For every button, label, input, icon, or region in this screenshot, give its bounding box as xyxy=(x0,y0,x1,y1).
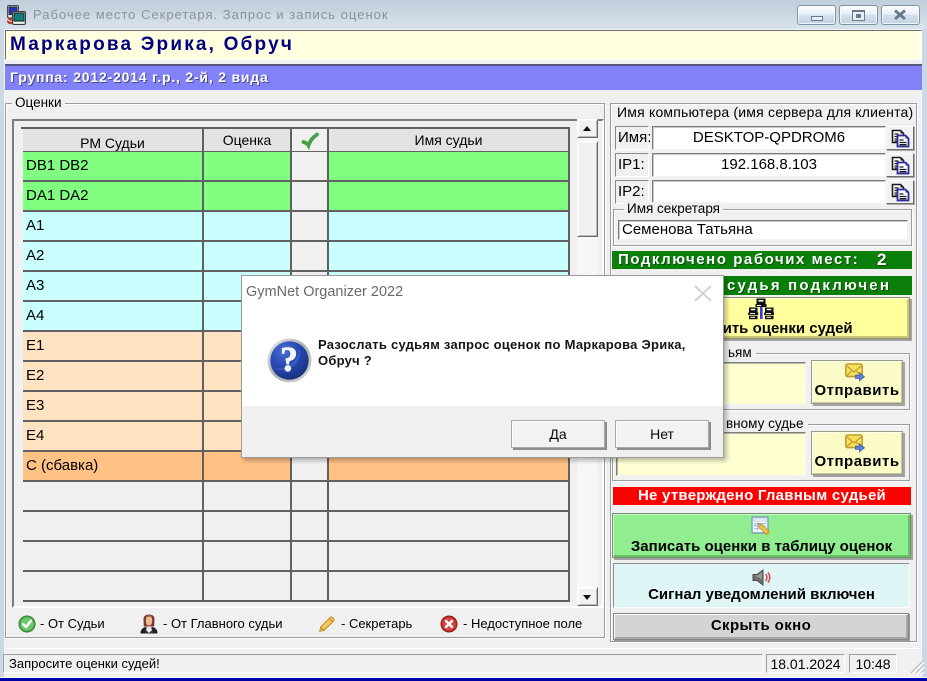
svg-text:?: ? xyxy=(280,340,298,379)
